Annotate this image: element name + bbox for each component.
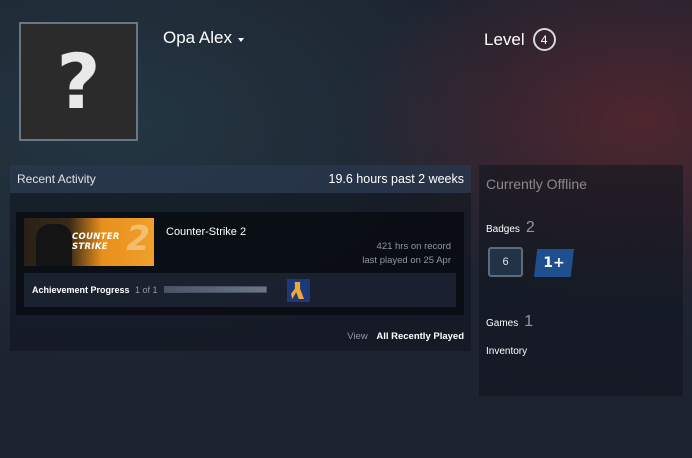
- online-status: Currently Offline: [486, 176, 587, 192]
- game-card: COUNTER STRIKE 2 Counter-Strike 2 421 hr…: [16, 212, 464, 315]
- achievement-progress-label: Achievement Progress: [32, 285, 130, 295]
- avatar: ?: [19, 22, 138, 141]
- hours-on-record: 421 hrs on record: [376, 241, 451, 252]
- all-recently-played-link[interactable]: All Recently Played: [376, 331, 464, 342]
- level-label: Level: [484, 29, 525, 49]
- achievement-count: 1 of 1: [135, 285, 158, 295]
- games-count: 1: [524, 313, 534, 330]
- view-all-row: View All Recently Played: [347, 331, 464, 342]
- badge-years-icon[interactable]: 6: [488, 247, 523, 277]
- achievement-progress-row: Achievement Progress 1 of 1: [24, 273, 456, 307]
- counter-terrorist-icon: [291, 282, 304, 299]
- badges-count: 2: [525, 219, 535, 236]
- recent-activity-title: Recent Activity: [17, 172, 96, 186]
- soldier-figure: [36, 224, 72, 266]
- badges-link[interactable]: Badges 2: [486, 219, 535, 237]
- persona-name: Opa Alex: [163, 28, 232, 47]
- games-link[interactable]: Games 1: [486, 313, 533, 331]
- last-played: last played on 25 Apr: [362, 255, 451, 266]
- achievement-progress-bar: [164, 286, 267, 293]
- capsule-number: 2: [126, 219, 150, 259]
- view-label: View: [347, 331, 368, 342]
- game-capsule-image[interactable]: COUNTER STRIKE 2: [24, 218, 154, 266]
- persona-name-dropdown[interactable]: Opa Alex: [163, 28, 244, 48]
- achievement-progress-fill: [165, 287, 266, 292]
- games-label: Games: [486, 318, 519, 329]
- badge-collector-icon[interactable]: 1+: [534, 249, 574, 277]
- game-name-link[interactable]: Counter-Strike 2: [166, 226, 246, 238]
- recent-activity-header: Recent Activity 19.6 hours past 2 weeks: [10, 165, 471, 193]
- inventory-link[interactable]: Inventory: [486, 346, 527, 357]
- chevron-down-icon: [238, 38, 244, 42]
- achievement-icon[interactable]: [287, 279, 310, 302]
- badges-label: Badges: [486, 224, 520, 235]
- question-mark-icon: ?: [56, 36, 101, 126]
- profile-sidebar: Currently Offline Badges 2 6 1+ Games 1 …: [479, 165, 683, 396]
- profile-level: Level 4: [484, 28, 556, 51]
- recent-activity-panel: Recent Activity 19.6 hours past 2 weeks …: [10, 165, 471, 351]
- hours-summary: 19.6 hours past 2 weeks: [328, 172, 465, 186]
- level-badge: 4: [532, 28, 556, 51]
